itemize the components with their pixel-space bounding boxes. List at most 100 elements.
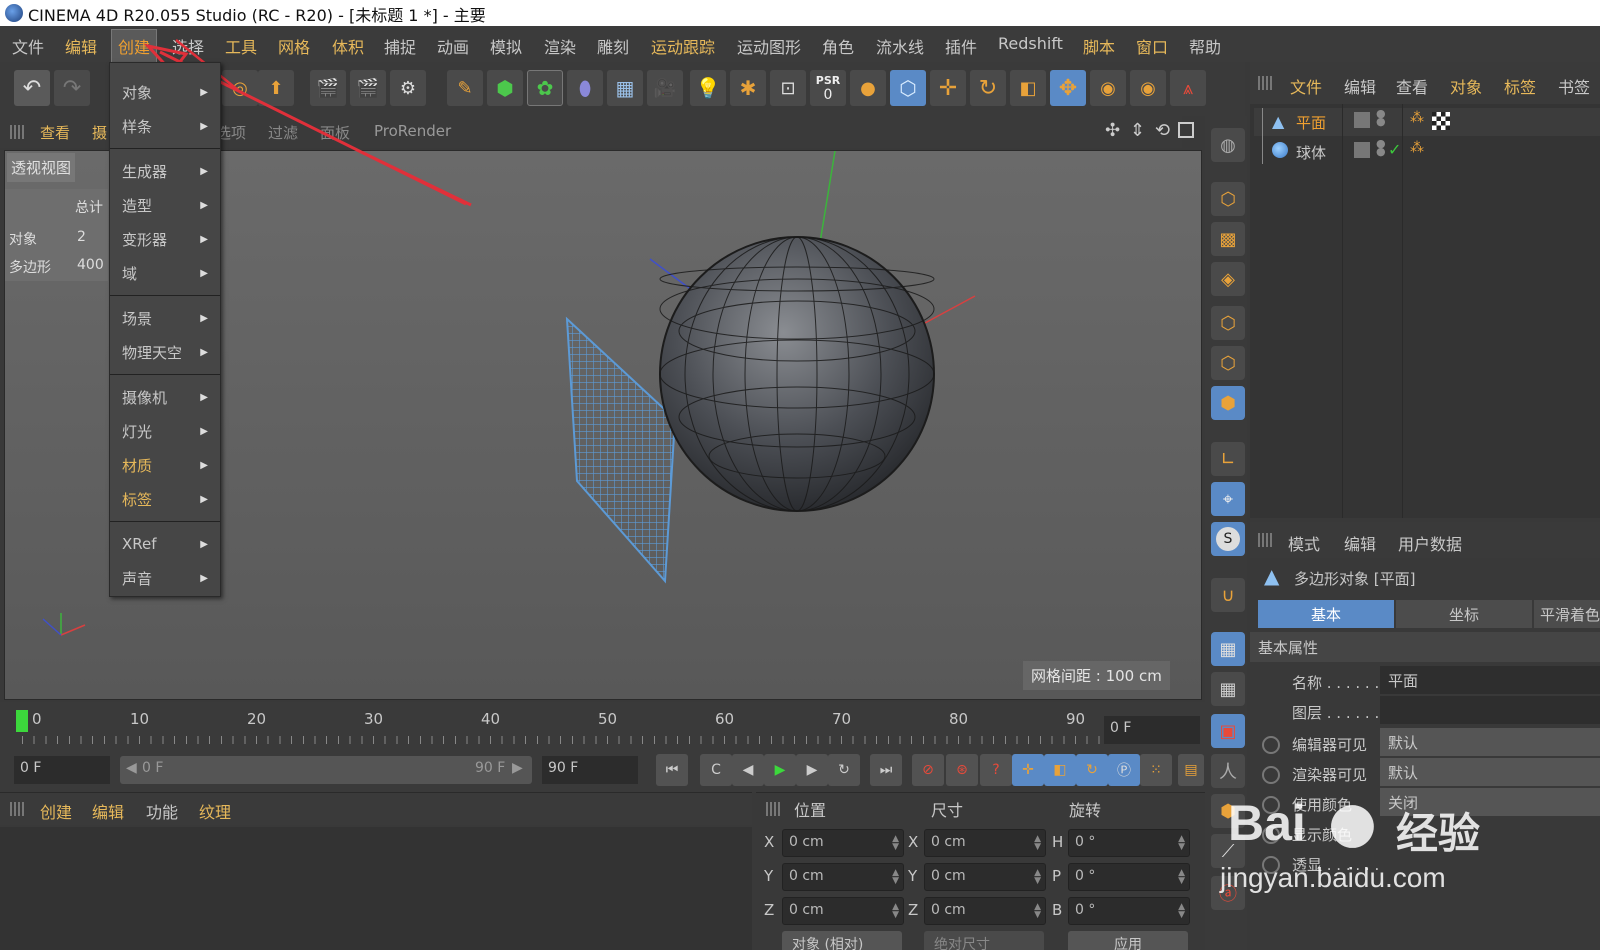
tab-coordinates[interactable]: 坐标 (1396, 600, 1532, 628)
subdivision-button[interactable]: ✿ (527, 70, 563, 106)
rotation-h-field[interactable]: 0 ° ▲ ▼ (1068, 829, 1190, 857)
texture-mode-button[interactable]: ▩ (1211, 222, 1245, 256)
floor-button[interactable]: ▦ (607, 70, 643, 106)
menu-pipeline[interactable]: 流水线 (876, 34, 924, 58)
om-menu-view[interactable]: 查看 (1396, 74, 1428, 98)
next-key-button[interactable]: ↻ (828, 754, 860, 786)
current-frame-field[interactable]: 0 F (1104, 716, 1200, 744)
menu-item-modeling[interactable]: 造型 ▶ (110, 188, 220, 222)
workplane-lock-button[interactable]: ▦ (1211, 632, 1245, 666)
axis-mode-button[interactable]: ∟ (1211, 442, 1245, 476)
rotation-b-field[interactable]: 0 ° ▲ ▼ (1068, 897, 1190, 925)
coord-mode-select[interactable]: 对象 (相对) (782, 931, 902, 950)
menu-item-light[interactable]: 灯光 ▶ (110, 414, 220, 448)
symmetry-button[interactable]: ✱ (730, 70, 766, 106)
spinner-icon[interactable]: ▲ ▼ (1178, 869, 1185, 886)
edge-mode-button[interactable]: ⬡ (1211, 346, 1245, 380)
menu-item-object[interactable]: 对象 ▶ (110, 75, 220, 109)
position-y-field[interactable]: 0 cm ▲ ▼ (782, 863, 904, 891)
spinner-icon[interactable]: ▲ ▼ (892, 903, 899, 920)
om-menu-object[interactable]: 对象 (1450, 74, 1482, 98)
next-frame-button[interactable]: ▶ (796, 754, 828, 786)
tab-basic[interactable]: 基本 (1258, 600, 1394, 628)
point-mode-button[interactable]: ⬡ (1211, 306, 1245, 340)
visibility-dots-icon[interactable]: ● ● (1376, 138, 1386, 157)
material-tag-icon[interactable]: ⁂ (1410, 110, 1424, 126)
render-visible-select[interactable]: 默认 (1380, 758, 1600, 786)
render-region-button[interactable]: ▣ (1211, 714, 1245, 748)
menu-item-deformer[interactable]: 变形器 ▶ (110, 222, 220, 256)
am-menu-mode[interactable]: 模式 (1288, 531, 1320, 555)
model-mode-button[interactable]: ⬡ (890, 70, 926, 106)
menu-window[interactable]: 窗口 (1136, 34, 1168, 58)
menu-plugins[interactable]: 插件 (945, 34, 977, 58)
am-menu-edit[interactable]: 编辑 (1344, 531, 1376, 555)
menu-mograph[interactable]: 运动图形 (737, 34, 801, 58)
om-menu-tag[interactable]: 标签 (1504, 74, 1536, 98)
layer-field[interactable] (1380, 696, 1600, 724)
range-slider[interactable]: ◀ 0 F 90 F ▶ (120, 756, 532, 784)
autokey-button[interactable]: ⊛ (946, 754, 978, 786)
size-mode-select[interactable]: 绝对尺寸 (924, 931, 1044, 950)
go-to-end-button[interactable]: ⏭ (870, 754, 902, 786)
menu-script[interactable]: 脚本 (1083, 34, 1115, 58)
object-name-sphere[interactable]: 球体 (1296, 142, 1326, 163)
tab-phong[interactable]: 平滑着色 (1534, 600, 1600, 628)
scale-button[interactable]: ◧ (1010, 70, 1046, 106)
mat-menu-edit[interactable]: 编辑 (92, 799, 124, 823)
deformer-button[interactable]: ⬮ (567, 70, 603, 106)
menu-item-xref[interactable]: XRef ▶ (110, 527, 220, 561)
object-name-plane[interactable]: 平面 (1296, 112, 1326, 133)
rect-select-button[interactable]: ◉ (1130, 70, 1166, 106)
size-x-field[interactable]: 0 cm ▲ ▼ (924, 829, 1046, 857)
viewport-rotate-icon[interactable]: ⟲ (1155, 120, 1170, 141)
spinner-icon[interactable]: ▲ ▼ (1034, 903, 1041, 920)
position-z-field[interactable]: 0 cm ▲ ▼ (782, 897, 904, 925)
move-active-button[interactable]: ✥ (1050, 70, 1086, 106)
object-row[interactable]: 球体 ● ● ✓ ⁂ (1254, 138, 1600, 166)
menu-item-physical-sky[interactable]: 物理天空 ▶ (110, 335, 220, 369)
layer-icon[interactable] (1354, 142, 1370, 158)
spinner-icon[interactable]: ▲ ▼ (892, 869, 899, 886)
menu-item-sound[interactable]: 声音 ▶ (110, 561, 220, 595)
key-param-button[interactable]: Ⓟ (1108, 754, 1140, 786)
mat-menu-texture[interactable]: 纹理 (199, 799, 231, 823)
spinner-icon[interactable]: ▲ ▼ (1034, 835, 1041, 852)
am-menu-userdata[interactable]: 用户数据 (1398, 531, 1462, 555)
axis-button[interactable]: ⩓ (1170, 70, 1206, 106)
material-list-area[interactable] (0, 827, 752, 950)
menu-item-camera[interactable]: 摄像机 ▶ (110, 380, 220, 414)
light-button[interactable]: 💡 (690, 70, 726, 106)
attribute-grip-icon[interactable] (1258, 533, 1272, 547)
prev-key-button[interactable]: C (700, 754, 732, 786)
select-button[interactable]: ◉ (1090, 70, 1126, 106)
menu-simulate[interactable]: 模拟 (490, 34, 522, 58)
size-z-field[interactable]: 0 cm ▲ ▼ (924, 897, 1046, 925)
om-menu-file[interactable]: 文件 (1290, 74, 1322, 98)
viewport-zoom-icon[interactable]: ⇕ (1130, 120, 1145, 141)
menu-help[interactable]: 帮助 (1189, 34, 1221, 58)
tweak-mode-button[interactable]: ⌖ (1211, 482, 1245, 516)
snap-button[interactable]: ∪ (1211, 578, 1245, 612)
menu-item-generator[interactable]: 生成器 ▶ (110, 154, 220, 188)
coordinate-system-button[interactable]: ⊡ (770, 70, 806, 106)
points-mode-button[interactable]: ⬡ (1211, 182, 1245, 216)
apply-button[interactable]: 应用 (1068, 931, 1188, 950)
menu-item-material[interactable]: 材质 ▶ (110, 448, 220, 482)
position-x-field[interactable]: 0 cm ▲ ▼ (782, 829, 904, 857)
go-to-start-button[interactable]: ⏮ (656, 754, 688, 786)
spinner-icon[interactable]: ▲ ▼ (892, 835, 899, 852)
workplane-orient-button[interactable]: ▦ (1211, 672, 1245, 706)
om-menu-bookmark[interactable]: 书签 (1558, 74, 1590, 98)
layer-icon[interactable] (1354, 112, 1370, 128)
key-rotation-button[interactable]: ↻ (1076, 754, 1108, 786)
menu-render[interactable]: 渲染 (544, 34, 576, 58)
move-button[interactable]: ✛ (930, 70, 966, 106)
view-toggle-button[interactable]: ◍ (1211, 128, 1245, 162)
coord-grip-icon[interactable] (766, 802, 780, 816)
radio-editor-visible[interactable] (1262, 736, 1280, 754)
xyz-button[interactable]: ● (850, 70, 886, 106)
object-row[interactable]: ▲ 平面 ● ● ⁂ (1254, 108, 1600, 164)
rotation-p-field[interactable]: 0 ° ▲ ▼ (1068, 863, 1190, 891)
key-scale-button[interactable]: ◧ (1044, 754, 1076, 786)
